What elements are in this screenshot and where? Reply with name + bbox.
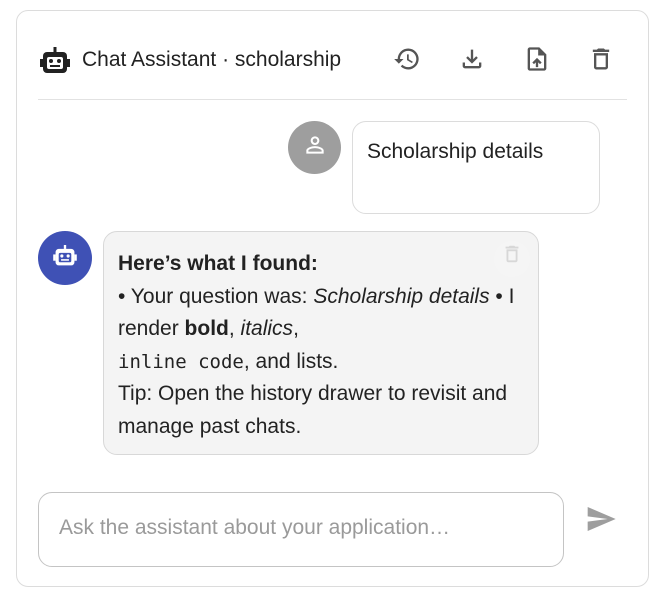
- send-icon: [585, 503, 617, 540]
- clear-chat-button[interactable]: [585, 45, 617, 77]
- person-icon: [302, 132, 328, 163]
- inline-code-sample: inline code: [118, 350, 244, 373]
- bullet-text: • Your question was:: [118, 284, 314, 308]
- separator-text: ,: [228, 317, 241, 340]
- history-button[interactable]: [391, 45, 423, 77]
- chat-card: Chat Assistant · scholarship Scholarship…: [16, 10, 649, 587]
- bold-sample: bold: [184, 317, 229, 340]
- lists-text: , and lists.: [243, 349, 339, 373]
- history-icon: [393, 45, 421, 78]
- message-composer[interactable]: [38, 492, 564, 567]
- robot-icon: [53, 244, 77, 272]
- italics-sample: italics: [240, 317, 294, 340]
- delete-icon: [501, 243, 523, 276]
- assistant-message-bubble: Here’s what I found: • Your question was…: [103, 231, 539, 455]
- separator-text: ,: [293, 317, 299, 340]
- robot-icon: [40, 47, 70, 75]
- chat-title: Chat Assistant · scholarship: [82, 48, 342, 71]
- upload-button[interactable]: [521, 45, 553, 77]
- tip-text: Tip: Open the history drawer to revisit …: [118, 382, 508, 438]
- user-message-bubble: Scholarship details: [352, 121, 600, 214]
- assistant-heading: Here’s what I found:: [118, 252, 318, 275]
- message-input[interactable]: [57, 515, 541, 541]
- assistant-avatar: [38, 231, 92, 285]
- download-button[interactable]: [456, 45, 488, 77]
- send-button[interactable]: [583, 503, 619, 539]
- download-icon: [458, 45, 486, 78]
- user-avatar: [288, 121, 341, 174]
- question-italic: Scholarship details: [313, 284, 490, 308]
- chat-header: Chat Assistant · scholarship: [38, 11, 627, 100]
- delete-message-button[interactable]: [494, 241, 530, 277]
- upload-file-icon: [523, 45, 551, 78]
- delete-icon: [587, 45, 615, 78]
